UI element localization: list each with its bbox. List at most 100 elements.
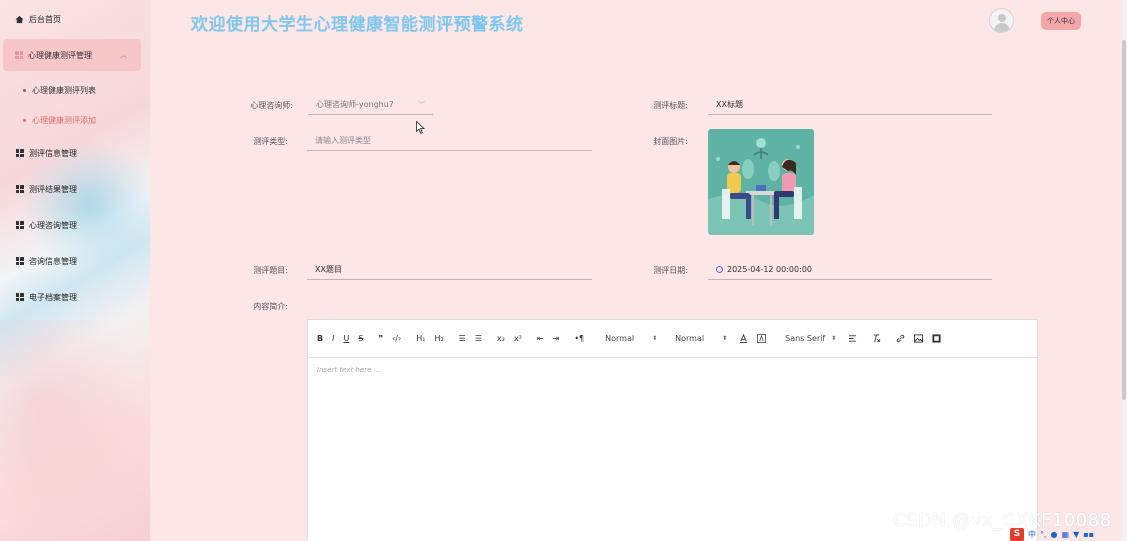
image-icon[interactable] (914, 334, 924, 343)
grid-icon: ▪▪ (1083, 529, 1095, 539)
cover-image[interactable] (708, 129, 814, 235)
keyboard-icon: ▦ (1061, 529, 1070, 539)
avatar-head (998, 14, 1006, 22)
grid-icon (15, 221, 24, 230)
questions-input[interactable]: XX题目 (307, 260, 592, 280)
sidebar-item-label: 电子档案管理 (29, 292, 77, 302)
counselor-label: 心理咨询师: (250, 101, 293, 110)
font-color-icon[interactable] (739, 334, 748, 343)
grid-icon (15, 257, 24, 266)
sidebar-item-archives[interactable]: 电子档案管理 (0, 285, 150, 309)
sidebar: 后台首页 心理健康测评管理 ︿ 心理健康测评列表 心理健康测评添加 测评信息管理… (0, 0, 150, 541)
sidebar-item-label: 心理咨询管理 (29, 220, 77, 230)
align-icon[interactable] (848, 334, 857, 343)
subscript-button[interactable]: x₂ (497, 334, 505, 343)
sidebar-item-label: 测评结果管理 (29, 184, 77, 194)
editor-placeholder: Insert text here ... (317, 366, 381, 374)
superscript-button[interactable]: x² (514, 334, 522, 343)
blockquote-button[interactable]: ❞ (378, 334, 383, 343)
grid-icon (15, 293, 24, 302)
outdent-button[interactable]: ⇤ (537, 334, 544, 343)
header-select-value: Normal (675, 334, 705, 343)
counselor-select[interactable]: 心理咨询师-yonghu7 ﹀ (308, 95, 433, 115)
date-picker[interactable]: 2025-04-12 00:00:00 (708, 260, 992, 280)
date-picker-value: 2025-04-12 00:00:00 (727, 265, 812, 274)
bold-button[interactable]: B (317, 334, 323, 343)
video-icon[interactable] (932, 334, 941, 343)
updown-icon: ⬍ (652, 335, 658, 342)
grid-icon (15, 149, 24, 158)
avatar-body (994, 23, 1010, 32)
clear-format-icon[interactable] (872, 334, 881, 343)
type-label: 测评类型: (253, 137, 288, 146)
editor-content[interactable]: Insert text here ... (308, 358, 1037, 382)
header1-button[interactable]: H₁ (416, 334, 425, 343)
user-center-button[interactable]: 个人中心 (1041, 12, 1081, 30)
size-select[interactable]: Normal ⬍ (605, 334, 657, 343)
title-label: 测评标题: (653, 101, 688, 110)
title-input[interactable]: XX标题 (708, 95, 992, 115)
sidebar-group-label: 心理健康测评管理 (28, 50, 92, 60)
grid-icon (15, 51, 23, 59)
avatar[interactable] (989, 8, 1014, 33)
sidebar-item-label: 咨询信息管理 (29, 256, 77, 266)
size-select-value: Normal (605, 334, 635, 343)
ordered-list-button[interactable]: ☰ (459, 334, 466, 343)
sidebar-item-label: 测评信息管理 (29, 148, 77, 158)
chevron-down-icon: ﹀ (418, 100, 425, 109)
ime-logo-icon: S (1010, 527, 1024, 541)
sidebar-group-assessment[interactable]: 心理健康测评管理 ︿ (3, 39, 141, 71)
sidebar-subitem-add[interactable]: 心理健康测评添加 (23, 115, 96, 126)
italic-button[interactable]: I (332, 334, 334, 343)
sidebar-item-label: 后台首页 (29, 14, 61, 24)
counseling-illustration-icon (708, 129, 814, 235)
scrollbar-thumb[interactable] (1122, 40, 1126, 400)
page-title: 欢迎使用大学生心理健康智能测评预警系统 (191, 15, 524, 35)
ime-mode-label: 中 (1028, 529, 1036, 539)
header2-button[interactable]: H₂ (434, 334, 443, 343)
date-label: 测评日期: (653, 266, 688, 275)
ime-toolbar[interactable]: S 中 °, ● ▦ ▼ ▪▪ (1010, 527, 1121, 541)
sidebar-item-home[interactable]: 后台首页 (0, 7, 150, 31)
indent-button[interactable]: ⇥ (553, 334, 560, 343)
sidebar-item-counseling[interactable]: 心理咨询管理 (0, 213, 150, 237)
background-color-icon[interactable] (757, 334, 767, 343)
sidebar-item-consult-info[interactable]: 咨询信息管理 (0, 249, 150, 273)
clock-icon (716, 266, 723, 273)
counselor-select-value: 心理咨询师-yonghu7 (316, 100, 394, 109)
font-select[interactable]: Sans Serif ⬍ (785, 334, 836, 343)
title-input-value: XX标题 (716, 100, 743, 109)
cover-label: 封面图片: (653, 137, 688, 146)
shirt-icon: ▼ (1073, 529, 1080, 539)
chevron-up-icon: ︿ (120, 51, 127, 59)
intro-label: 内容简介: (253, 302, 288, 311)
sidebar-subitem-label: 心理健康测评列表 (32, 86, 96, 95)
link-icon[interactable] (896, 334, 905, 343)
bullet-list-button[interactable]: ☰ (475, 334, 482, 343)
updown-icon: ⬍ (722, 335, 728, 342)
home-icon (15, 15, 24, 24)
rich-text-editor[interactable]: B I U S ❞ ‹/› H₁ H₂ ☰ ☰ x₂ x² ⇤ ⇥ •¶ Nor… (307, 319, 1038, 541)
editor-toolbar: B I U S ❞ ‹/› H₁ H₂ ☰ ☰ x₂ x² ⇤ ⇥ •¶ Nor… (308, 320, 1037, 358)
bullet-icon (23, 89, 26, 92)
type-input[interactable]: 请输入测评类型 (307, 131, 592, 151)
sidebar-item-test-results[interactable]: 测评结果管理 (0, 177, 150, 201)
punctuation-icon: °, (1040, 529, 1047, 539)
page-scrollbar[interactable] (1121, 0, 1127, 541)
type-input-placeholder: 请输入测评类型 (315, 136, 371, 145)
questions-label: 测评题目: (253, 266, 288, 275)
underline-button[interactable]: U (343, 334, 349, 343)
microphone-icon: ● (1050, 529, 1058, 539)
header-select[interactable]: Normal ⬍ (675, 334, 727, 343)
sidebar-item-test-info[interactable]: 测评信息管理 (0, 141, 150, 165)
bullet-icon (23, 119, 26, 122)
font-select-value: Sans Serif (785, 334, 826, 343)
questions-input-value: XX题目 (315, 265, 342, 274)
sidebar-subitem-list[interactable]: 心理健康测评列表 (23, 85, 96, 96)
strike-button[interactable]: S (358, 334, 363, 343)
sidebar-subitem-label: 心理健康测评添加 (32, 116, 96, 125)
updown-icon: ⬍ (831, 335, 837, 342)
code-block-button[interactable]: ‹/› (392, 334, 401, 343)
direction-button[interactable]: •¶ (574, 334, 584, 343)
grid-icon (15, 185, 24, 194)
